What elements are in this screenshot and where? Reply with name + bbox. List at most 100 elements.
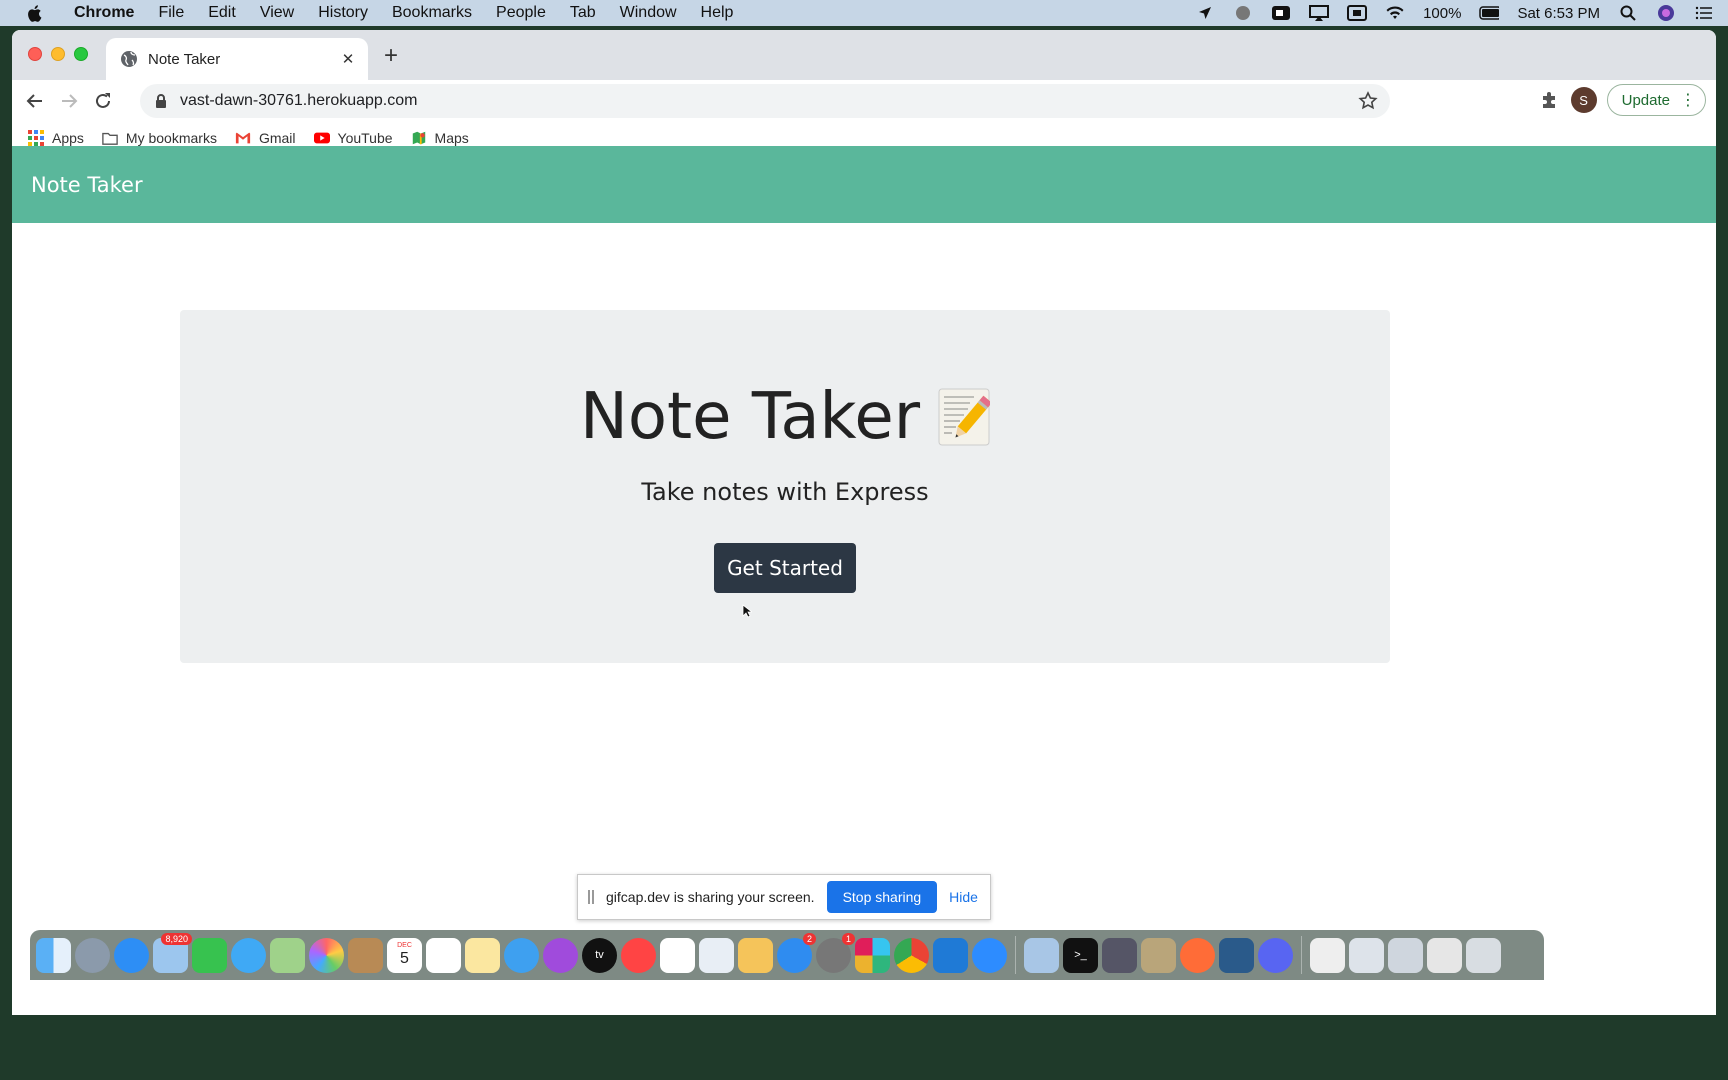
notes-icon[interactable] [465,937,500,973]
spotlight-search-icon[interactable] [1618,3,1638,23]
safari-icon[interactable] [114,937,149,973]
facetime-icon[interactable] [192,937,227,973]
new-tab-button[interactable]: + [378,42,404,69]
close-tab-icon[interactable]: ✕ [340,51,356,68]
messages-icon[interactable] [231,937,266,973]
notification-center-icon[interactable] [1694,3,1714,23]
trash-icon[interactable] [1466,937,1501,973]
menu-app-name[interactable]: Chrome [62,4,146,22]
screenshot-thumbnail-icon[interactable] [1388,937,1423,973]
zoom-camera-icon[interactable] [1271,3,1291,23]
menu-history[interactable]: History [306,4,380,22]
keynote-icon[interactable] [699,937,734,973]
photos-icon[interactable] [309,937,344,973]
macos-dock: 8,920 DEC 5 tv 2 1 >_ [30,930,1544,980]
pages-icon[interactable] [738,937,773,973]
url-text[interactable]: vast-dawn-30761.herokuapp.com [180,92,417,110]
preview-icon[interactable] [1024,937,1059,973]
hero-heading: Note Taker [180,380,1390,454]
menu-help[interactable]: Help [689,4,746,22]
more-menu-icon[interactable]: ⋮ [1680,90,1696,110]
mysql-workbench-icon[interactable] [1219,937,1254,973]
wifi-icon[interactable] [1385,3,1405,23]
hero-subheading: Take notes with Express [641,478,929,506]
discord-icon[interactable] [1258,937,1293,973]
maps-app-icon[interactable] [270,937,305,973]
bookmark-star-icon[interactable] [1358,91,1378,111]
finder-icon[interactable] [36,937,71,973]
bookmark-youtube-label: YouTube [337,129,393,146]
slack-icon[interactable] [855,937,890,973]
airplay-icon[interactable] [1309,3,1330,23]
chrome-icon[interactable] [894,937,929,973]
lock-icon[interactable] [154,93,170,109]
location-arrow-icon[interactable] [1195,3,1215,23]
music-icon[interactable] [504,937,539,973]
bookmark-youtube[interactable]: YouTube [313,129,393,146]
menu-file[interactable]: File [146,4,196,22]
address-bar[interactable]: vast-dawn-30761.herokuapp.com [140,84,1390,118]
podcasts-icon[interactable] [543,937,578,973]
siri-icon[interactable] [1656,3,1676,23]
menu-view[interactable]: View [248,4,306,22]
battery-icon[interactable] [1479,3,1500,23]
tab-note-taker[interactable]: Note Taker ✕ [106,38,368,80]
menu-edit[interactable]: Edit [196,4,248,22]
close-window-button[interactable] [28,47,42,61]
drag-handle-icon[interactable] [588,890,594,904]
zoom-window-button[interactable] [74,47,88,61]
system-preferences-icon[interactable]: 1 [816,932,855,973]
dock-separator [1015,936,1016,974]
app-store-icon[interactable]: 2 [777,932,816,973]
reload-button[interactable] [86,84,120,118]
recording-dot-icon[interactable] [1233,3,1253,23]
folder-icon [102,130,118,146]
bookmark-folder-label: My bookmarks [125,129,217,146]
navbar-brand[interactable]: Note Taker [31,173,143,197]
screenshot-thumbnail-icon[interactable] [1349,937,1384,973]
site-navbar: Note Taker [12,146,1716,223]
calendar-month: DEC [397,942,412,949]
zoom-icon[interactable] [972,937,1007,973]
numbers-icon[interactable] [660,937,695,973]
calendar-icon[interactable]: DEC 5 [387,937,422,973]
launchpad-icon[interactable] [75,937,110,973]
postman-icon[interactable] [1180,937,1215,973]
forward-button[interactable] [52,84,86,118]
reminders-icon[interactable] [426,937,461,973]
youtube-icon [313,130,330,146]
hero-jumbotron: Note Taker Take notes with Express Get S… [180,310,1390,663]
stop-sharing-button[interactable]: Stop sharing [826,881,938,913]
keyboard-icon[interactable] [1347,3,1368,23]
news-icon[interactable] [621,937,656,973]
hero-heading-text: Note Taker [579,380,921,454]
bookmark-maps[interactable]: Maps [411,130,469,146]
menu-bookmarks[interactable]: Bookmarks [380,4,484,22]
downloads-stack-icon[interactable] [1427,937,1462,973]
apple-icon[interactable] [22,0,46,26]
minimize-window-button[interactable] [51,47,65,61]
terminal-icon[interactable]: >_ [1063,937,1098,973]
keychain-icon[interactable] [1141,937,1176,973]
bookmark-apps[interactable]: Apps [28,129,84,146]
menubar-clock[interactable]: Sat 6:53 PM [1517,5,1600,22]
mail-icon[interactable]: 8,920 [153,932,192,973]
contacts-icon[interactable] [348,937,383,973]
extensions-puzzle-icon[interactable] [1539,89,1561,111]
update-button[interactable]: Update ⋮ [1606,84,1706,116]
gmail-icon [235,130,251,146]
bookmark-gmail[interactable]: Gmail [235,130,296,146]
menu-people[interactable]: People [484,4,558,22]
menu-tab[interactable]: Tab [558,4,608,22]
hide-sharing-bar-link[interactable]: Hide [949,889,978,905]
menu-window[interactable]: Window [608,4,689,22]
vscode-icon[interactable] [933,937,968,973]
back-button[interactable] [18,84,52,118]
profile-avatar[interactable]: S [1570,87,1597,113]
get-started-button[interactable]: Get Started [714,543,856,593]
bookmark-folder[interactable]: My bookmarks [102,130,217,146]
chrome-document-icon[interactable] [1310,937,1345,973]
utilities-icon[interactable] [1102,937,1137,973]
macos-menubar: Chrome File Edit View History Bookmarks … [0,0,1728,26]
apple-tv-icon[interactable]: tv [582,937,617,973]
